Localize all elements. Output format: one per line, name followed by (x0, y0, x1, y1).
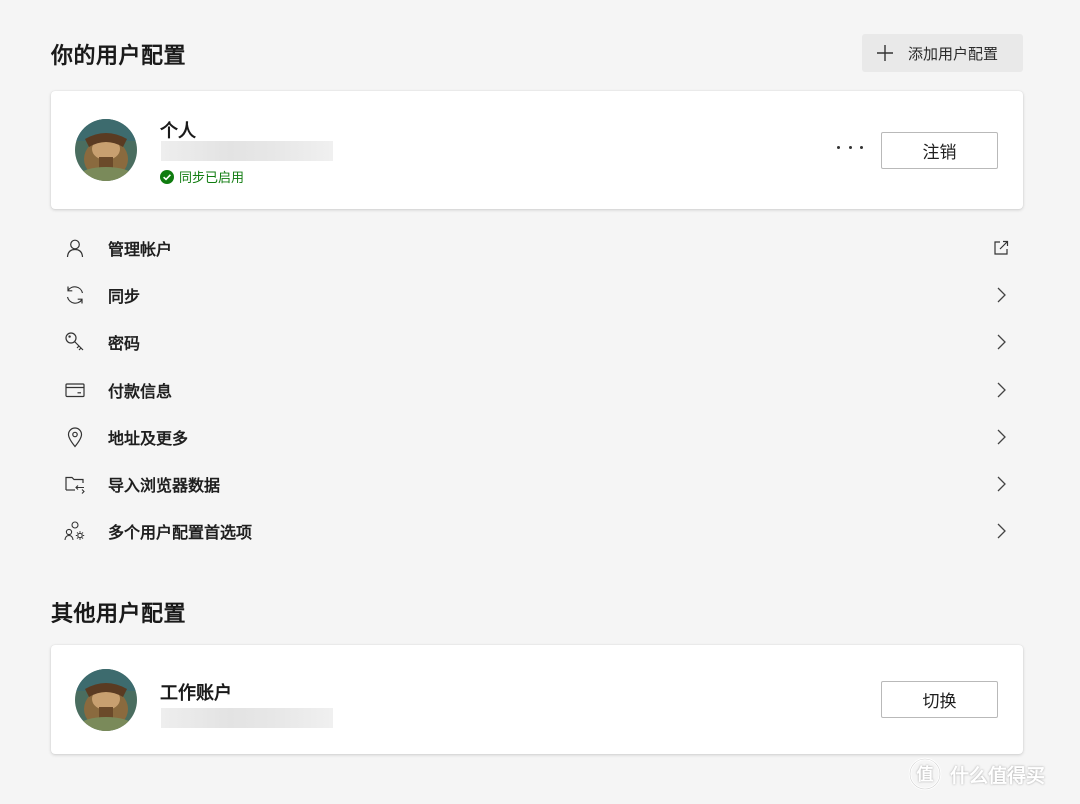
menu-item-import-data[interactable]: 导入浏览器数据 (51, 460, 1023, 507)
avatar (75, 669, 137, 731)
profile-email-redacted (161, 141, 333, 161)
menu-item-label: 管理帐户 (108, 239, 173, 259)
more-dot (848, 145, 852, 149)
external-link-icon (991, 238, 1011, 258)
chevron-right-icon (991, 474, 1011, 494)
check-circle-icon (160, 169, 174, 184)
menu-item-label: 多个用户配置首选项 (108, 523, 253, 543)
watermark-text: 什么值得买 (950, 764, 1046, 787)
chevron-right-icon (991, 427, 1011, 447)
location-pin-icon (63, 425, 87, 449)
menu-item-manage-account[interactable]: 管理帐户 (51, 224, 1023, 271)
your-profiles-title: 你的用户配置 (51, 44, 187, 69)
sign-out-button[interactable]: 注销 (881, 132, 998, 169)
key-icon (63, 330, 87, 354)
switch-profile-button[interactable]: 切换 (881, 681, 998, 718)
avatar (75, 119, 137, 181)
credit-card-icon (63, 378, 87, 402)
profile-name: 个人 (160, 121, 196, 142)
more-options-button[interactable] (837, 137, 863, 157)
add-profile-label: 添加用户配置 (908, 44, 999, 63)
menu-item-label: 地址及更多 (108, 428, 189, 448)
import-folder-icon (63, 472, 87, 496)
other-profile-card: 工作账户 切换 (51, 645, 1023, 754)
plus-icon (877, 45, 893, 61)
person-icon (63, 236, 87, 260)
sync-icon (63, 283, 87, 307)
sync-status: 同步已启用 (160, 167, 244, 186)
current-profile-card: 个人 同步已启用 注销 (51, 91, 1023, 209)
chevron-right-icon (991, 380, 1011, 400)
profile-name: 工作账户 (160, 683, 232, 704)
watermark: 值 什么值得买 (908, 757, 1045, 791)
more-dot (860, 145, 863, 149)
chevron-right-icon (991, 285, 1011, 305)
menu-item-label: 付款信息 (108, 381, 173, 401)
profile-email-redacted (161, 708, 333, 728)
menu-item-label: 同步 (108, 286, 141, 306)
chevron-right-icon (991, 521, 1011, 541)
menu-item-multi-profile-preferences[interactable]: 多个用户配置首选项 (51, 508, 1023, 555)
smzdm-logo-icon: 值 (908, 757, 942, 791)
menu-item-sync[interactable]: 同步 (51, 271, 1023, 318)
menu-item-label: 密码 (108, 334, 141, 354)
multi-profile-settings-icon (63, 519, 87, 543)
more-dot (837, 145, 840, 149)
add-profile-button[interactable]: 添加用户配置 (862, 34, 1023, 72)
menu-item-addresses[interactable]: 地址及更多 (51, 413, 1023, 460)
watermark-logo-glyph: 值 (917, 764, 934, 785)
profile-settings-menu: 管理帐户 同步 密码 付款信息 地址及更多 导入浏览器数据 多个用户配置首选项 (51, 224, 1023, 555)
menu-item-passwords[interactable]: 密码 (51, 319, 1023, 366)
sync-status-label: 同步已启用 (179, 171, 245, 186)
chevron-right-icon (991, 332, 1011, 352)
menu-item-payment[interactable]: 付款信息 (51, 366, 1023, 413)
menu-item-label: 导入浏览器数据 (108, 476, 221, 496)
other-profiles-title: 其他用户配置 (51, 602, 187, 627)
